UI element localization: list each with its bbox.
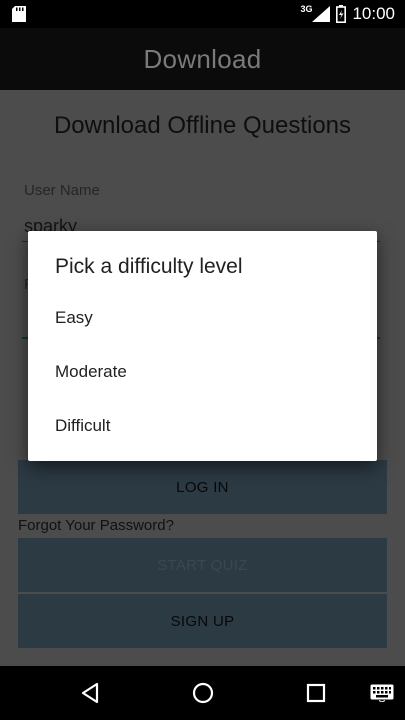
signup-button[interactable]: SIGN UP bbox=[18, 594, 387, 648]
home-icon[interactable] bbox=[190, 680, 216, 706]
status-bar: 3G 10:00 bbox=[0, 0, 405, 28]
keyboard-icon[interactable] bbox=[370, 684, 394, 702]
option-difficult[interactable]: Difficult bbox=[28, 399, 377, 453]
dialog-title: Pick a difficulty level bbox=[55, 255, 243, 278]
option-moderate[interactable]: Moderate bbox=[28, 345, 377, 399]
login-button[interactable]: LOG IN bbox=[18, 460, 387, 514]
start-quiz-button[interactable]: START QUIZ bbox=[18, 538, 387, 592]
action-bar: Download bbox=[0, 28, 405, 90]
status-icons: 3G 10:00 bbox=[300, 0, 395, 28]
app-title: Download bbox=[143, 44, 262, 74]
navigation-bar bbox=[0, 666, 405, 720]
option-easy[interactable]: Easy bbox=[28, 291, 377, 345]
back-icon[interactable] bbox=[78, 680, 104, 706]
forgot-password-link[interactable]: Forgot Your Password? bbox=[18, 517, 174, 534]
page-heading: Download Offline Questions bbox=[53, 112, 352, 139]
username-label: User Name bbox=[24, 182, 100, 199]
signal-icon bbox=[312, 6, 331, 22]
network-type: 3G bbox=[300, 4, 313, 14]
battery-icon bbox=[336, 5, 347, 23]
difficulty-dialog: Pick a difficulty level Easy Moderate Di… bbox=[28, 231, 377, 461]
clock: 10:00 bbox=[352, 4, 395, 23]
sd-card-icon bbox=[12, 6, 26, 22]
recents-icon[interactable] bbox=[303, 680, 329, 706]
